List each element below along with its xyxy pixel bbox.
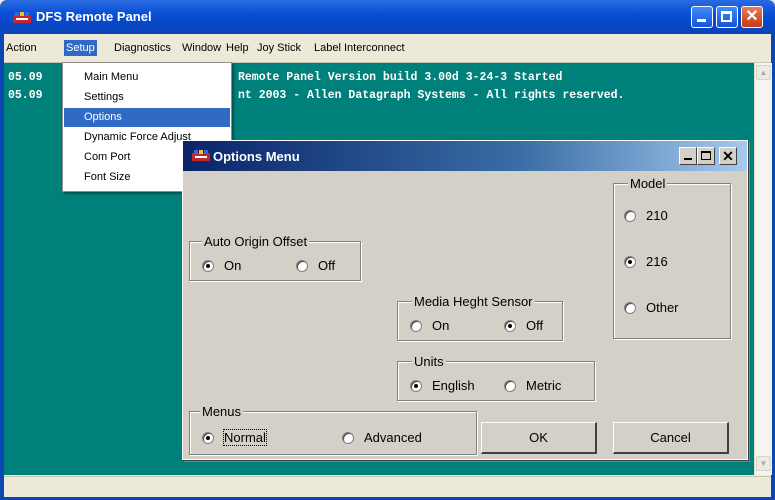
menu-item-settings[interactable]: Settings: [64, 88, 230, 107]
menu-item-main-menu[interactable]: Main Menu: [64, 68, 230, 87]
units-group: Units English Metric: [397, 354, 595, 401]
cancel-button[interactable]: Cancel: [613, 422, 729, 454]
radio-selected-icon: [504, 319, 516, 332]
radio-icon: [504, 379, 516, 392]
menus-group: Menus Normal Advanced: [189, 404, 477, 455]
group-label: Media Heght Sensor: [412, 294, 535, 309]
radio-label: English: [432, 378, 475, 393]
auto-origin-off-radio[interactable]: Off: [296, 258, 335, 273]
vertical-scrollbar[interactable]: ▲ ▼: [754, 63, 772, 475]
menu-window[interactable]: Window: [182, 42, 221, 54]
model-216-radio[interactable]: 216: [624, 254, 668, 269]
radio-selected-icon: [624, 255, 636, 268]
group-label: Menus: [200, 404, 244, 419]
radio-label: Off: [526, 318, 544, 333]
units-english-radio[interactable]: English: [410, 378, 475, 393]
maximize-icon: [701, 151, 711, 160]
radio-label: 216: [646, 254, 668, 269]
window-title: DFS Remote Panel: [36, 9, 152, 24]
close-icon: ✕: [745, 8, 759, 25]
media-height-sensor-group: Media Heght Sensor On Off: [397, 294, 563, 341]
console-line-2: nt 2003 - Allen Datagraph Systems - All …: [238, 89, 625, 102]
radio-selected-icon: [410, 379, 422, 392]
dialog-maximize-button[interactable]: [697, 147, 715, 165]
menus-advanced-radio[interactable]: Advanced: [342, 430, 422, 445]
console-line-1-prefix: 05.09: [8, 71, 43, 84]
radio-label: Advanced: [364, 430, 422, 445]
units-metric-radio[interactable]: Metric: [504, 378, 561, 393]
options-dialog: Options Menu ✕ Auto Origin Offset On Off…: [182, 140, 748, 460]
menu-action[interactable]: Action: [6, 42, 37, 54]
app-icon: [192, 150, 210, 161]
model-other-radio[interactable]: Other: [624, 300, 679, 315]
radio-icon: [296, 259, 308, 272]
scroll-down-icon[interactable]: ▼: [756, 456, 771, 471]
radio-label: Normal: [223, 429, 267, 446]
radio-label: Off: [318, 258, 336, 273]
radio-selected-icon: [202, 431, 214, 444]
media-sensor-off-radio[interactable]: Off: [504, 318, 543, 333]
radio-label: Other: [646, 300, 679, 315]
auto-origin-on-radio[interactable]: On: [202, 258, 241, 273]
close-icon: ✕: [722, 148, 734, 164]
radio-label: 210: [646, 208, 668, 223]
dialog-close-button[interactable]: ✕: [719, 147, 737, 165]
menu-item-options[interactable]: Options: [64, 108, 230, 127]
maximize-button[interactable]: [716, 6, 738, 28]
menus-normal-radio[interactable]: Normal: [202, 429, 267, 446]
app-icon: [13, 12, 31, 23]
group-label: Model: [628, 176, 668, 191]
status-bar: [4, 476, 771, 497]
ok-button[interactable]: OK: [481, 422, 597, 454]
scroll-up-icon[interactable]: ▲: [756, 65, 771, 80]
model-group: Model 210 216 Other: [613, 176, 731, 339]
media-sensor-on-radio[interactable]: On: [410, 318, 449, 333]
model-210-radio[interactable]: 210: [624, 208, 668, 223]
close-button[interactable]: ✕: [741, 6, 763, 28]
minimize-button[interactable]: [691, 6, 713, 28]
radio-selected-icon: [202, 259, 214, 272]
radio-icon: [342, 431, 354, 444]
minimize-icon: [697, 19, 706, 22]
minimize-icon: [684, 158, 692, 160]
dialog-titlebar[interactable]: Options Menu ✕: [183, 141, 747, 171]
auto-origin-offset-group: Auto Origin Offset On Off: [189, 234, 361, 281]
group-label: Auto Origin Offset: [202, 234, 310, 249]
radio-label: On: [432, 318, 450, 333]
menubar: Action Setup Diagnostics Window Help Joy…: [4, 34, 771, 63]
radio-icon: [624, 301, 636, 314]
console-line-2-prefix: 05.09: [8, 89, 43, 102]
radio-label: On: [224, 258, 242, 273]
console-line-1: Remote Panel Version build 3.00d 3-24-3 …: [238, 71, 563, 84]
menu-help[interactable]: Help: [226, 42, 249, 54]
radio-icon: [410, 319, 422, 332]
menu-diagnostics[interactable]: Diagnostics: [114, 42, 171, 54]
menu-setup[interactable]: Setup: [64, 40, 97, 56]
menu-label-interconnect[interactable]: Label Interconnect: [314, 42, 405, 54]
radio-label: Metric: [526, 378, 562, 393]
main-titlebar[interactable]: DFS Remote Panel ✕: [0, 0, 775, 34]
group-label: Units: [412, 354, 446, 369]
dialog-title: Options Menu: [213, 149, 300, 164]
menu-joystick[interactable]: Joy Stick: [257, 42, 301, 54]
maximize-icon: [721, 11, 732, 22]
dialog-minimize-button[interactable]: [679, 147, 697, 165]
radio-icon: [624, 209, 636, 222]
